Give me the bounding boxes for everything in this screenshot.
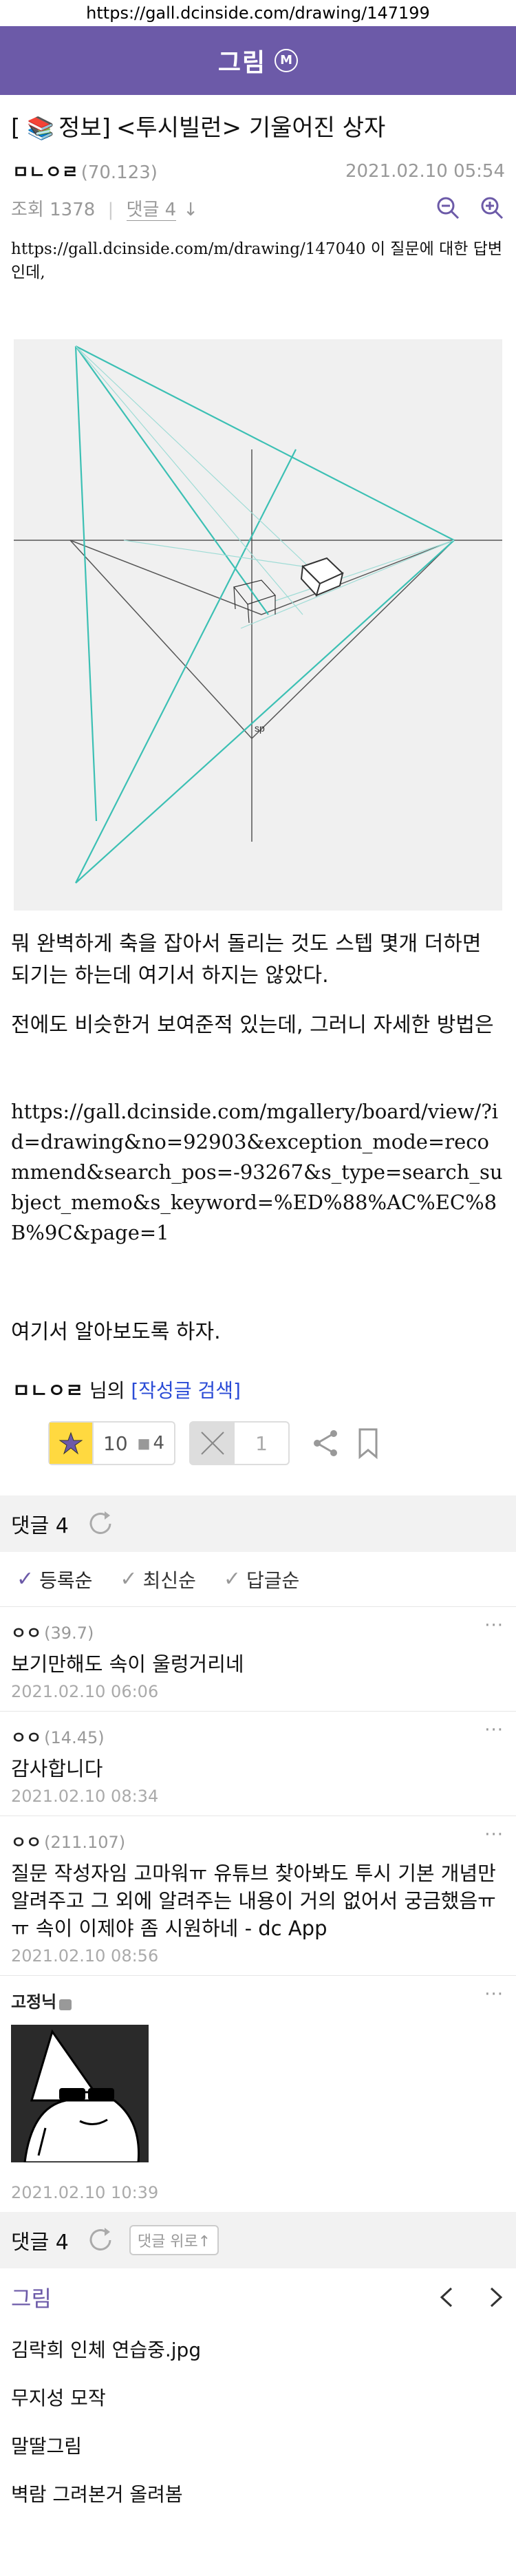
check-icon: ✓ bbox=[223, 1567, 241, 1591]
comment-nick[interactable]: ㅇㅇ bbox=[11, 1833, 41, 1852]
check-icon: ✓ bbox=[120, 1567, 138, 1591]
zoom-in-icon[interactable] bbox=[479, 195, 505, 221]
more-icon[interactable]: ··· bbox=[484, 1615, 504, 1636]
non-recommend-count: 1 bbox=[255, 1431, 268, 1455]
comment-nick[interactable]: 고정닉 bbox=[11, 1992, 56, 2012]
zoom-out-icon[interactable] bbox=[435, 195, 461, 221]
comment-text: 감사합니다 bbox=[11, 1757, 103, 1780]
arrow-down-icon: ↓ bbox=[183, 199, 199, 220]
comment-count: 댓글 4 bbox=[11, 2231, 69, 2255]
comment-text: 보기만해도 속이 울렁거리네 bbox=[11, 1652, 244, 1676]
sort-latest[interactable]: ✓ 최신순 bbox=[120, 1566, 195, 1593]
paragraph-3: 여기서 알아보도록 하자. bbox=[11, 1320, 221, 1344]
refresh-icon[interactable] bbox=[87, 2226, 114, 2254]
wizard-sticker-icon bbox=[11, 2025, 149, 2164]
comment-date: 2021.02.10 06:06 bbox=[11, 1682, 159, 1701]
comment-nick[interactable]: ㅇㅇ bbox=[11, 1728, 41, 1747]
related-post[interactable]: 김락희 인체 연습중.jpg bbox=[0, 2326, 516, 2374]
perspective-drawing[interactable]: sp bbox=[14, 339, 502, 911]
comment-count: 댓글 4 bbox=[11, 1514, 69, 1538]
comment-date: 2021.02.10 08:34 bbox=[11, 1787, 159, 1806]
reference-link[interactable]: https://gall.dcinside.com/mgallery/board… bbox=[11, 1096, 505, 1248]
more-icon[interactable]: ··· bbox=[484, 1984, 504, 2005]
related-post[interactable]: 말딸그림 bbox=[0, 2423, 516, 2471]
comment-ip: (39.7) bbox=[44, 1624, 94, 1643]
comment-date: 2021.02.10 10:39 bbox=[11, 2183, 159, 2202]
gallery-header: 그림 M bbox=[0, 26, 516, 95]
post-title: [ 📚 정보] <투시빌런> 기울어진 상자 bbox=[0, 95, 516, 143]
comment-sort: ✓ 등록순 ✓ 최신순 ✓ 답글순 bbox=[0, 1552, 516, 1607]
paragraph-2: 전에도 비슷한거 보여준적 있는데, 그러니 자세한 방법은 bbox=[11, 1013, 494, 1037]
fixed-user-icon: ■ bbox=[137, 1435, 151, 1451]
minor-gallery-badge: M bbox=[275, 49, 299, 72]
comment-header: 댓글 4 bbox=[0, 1495, 516, 1552]
browser-url[interactable]: https://gall.dcinside.com/drawing/147199 bbox=[0, 0, 516, 26]
share-icon[interactable] bbox=[310, 1428, 341, 1458]
post-body: https://gall.dcinside.com/m/drawing/1470… bbox=[0, 237, 516, 1348]
comment-text: 질문 작성자임 고마워ㅠ 유튜브 찾아봐도 투시 기본 개념만 알려주고 그 외… bbox=[11, 1862, 496, 1940]
fixed-recommend-count: 4 bbox=[153, 1433, 165, 1454]
bookmark-icon[interactable] bbox=[354, 1427, 382, 1460]
recommend-button[interactable]: 10 ■ 4 bbox=[48, 1421, 176, 1465]
sort-registered[interactable]: ✓ 등록순 bbox=[17, 1566, 92, 1593]
post-meta: ㅁㄴㅇㄹ (70.123) 2021.02.10 05:54 bbox=[0, 143, 516, 184]
category-label: 정보] bbox=[58, 114, 111, 142]
byline-mid: 님의 bbox=[83, 1379, 131, 1402]
byline-author[interactable]: ㅁㄴㅇㄹ bbox=[12, 1379, 83, 1402]
scroll-to-comments-button[interactable]: 댓글 위로↑ bbox=[129, 2225, 219, 2255]
sort-reply[interactable]: ✓ 답글순 bbox=[224, 1566, 299, 1593]
related-post[interactable]: 벽람 그려본거 올려봄 bbox=[0, 2471, 516, 2519]
refresh-icon[interactable] bbox=[87, 1510, 114, 1537]
comment-nick[interactable]: ㅇㅇ bbox=[11, 1624, 41, 1643]
comment-ip: (14.45) bbox=[44, 1728, 105, 1747]
gallery-title[interactable]: 그림 bbox=[218, 43, 266, 78]
comment-ip: (211.107) bbox=[44, 1833, 126, 1852]
star-icon bbox=[50, 1423, 94, 1464]
board-nav: 그림 bbox=[0, 2268, 516, 2326]
x-icon bbox=[191, 1423, 235, 1464]
perspective-sketch: sp bbox=[14, 345, 502, 884]
post-date: 2021.02.10 05:54 bbox=[345, 160, 505, 182]
comment-jump[interactable]: 댓글 4 bbox=[126, 199, 177, 221]
post-author[interactable]: ㅁㄴㅇㄹ bbox=[12, 162, 78, 183]
fixed-nick-icon bbox=[59, 1999, 72, 2010]
related-posts: 김락희 인체 연습중.jpg 무지성 모작 말딸그림 벽람 그려본거 올려봄 bbox=[0, 2326, 516, 2519]
post-stats: 조회 1378 | 댓글 4 ↓ bbox=[0, 184, 516, 225]
comment-item: ㅇㅇ (39.7) ··· 보기만해도 속이 울렁거리네 2021.02.10 0… bbox=[0, 1607, 516, 1712]
paragraph-1: 뭐 완벽하게 축을 잡아서 돌리는 것도 스텝 몇개 더하면 되기는 하는데 여… bbox=[11, 932, 482, 988]
author-ip: (70.123) bbox=[80, 162, 158, 183]
comment-footer: 댓글 4 댓글 위로↑ bbox=[0, 2212, 516, 2268]
author-byline: ㅁㄴㅇㄹ 님의 [작성글 검색] bbox=[0, 1376, 516, 1403]
non-recommend-button[interactable]: 1 bbox=[189, 1421, 290, 1465]
more-icon[interactable]: ··· bbox=[484, 1720, 504, 1741]
search-posts-link[interactable]: [작성글 검색] bbox=[131, 1379, 241, 1402]
related-post[interactable]: 무지성 모작 bbox=[0, 2374, 516, 2423]
sp-label: sp bbox=[255, 723, 265, 734]
chevron-left-icon[interactable] bbox=[438, 2286, 454, 2309]
comment-item: 고정닉 ··· 2021.02.10 10:39 bbox=[0, 1976, 516, 2212]
comment-date: 2021.02.10 08:56 bbox=[11, 1946, 159, 1966]
intro-text: https://gall.dcinside.com/m/drawing/1470… bbox=[11, 240, 503, 281]
board-name[interactable]: 그림 bbox=[11, 2281, 52, 2313]
comment-item: ㅇㅇ (14.45) ··· 감사합니다 2021.02.10 08:34 bbox=[0, 1712, 516, 1816]
more-icon[interactable]: ··· bbox=[484, 1824, 504, 1845]
category-open: [ bbox=[11, 114, 21, 142]
view-count: 조회 1378 bbox=[11, 199, 96, 220]
reaction-row: 10 ■ 4 1 bbox=[0, 1421, 516, 1465]
check-icon: ✓ bbox=[17, 1567, 34, 1591]
books-icon: 📚 bbox=[27, 115, 55, 141]
comment-item: ㅇㅇ (211.107) ··· 질문 작성자임 고마워ㅠ 유튜브 찾아봐도 투시… bbox=[0, 1816, 516, 1976]
recommend-count: 10 bbox=[103, 1431, 128, 1455]
dccon-sticker bbox=[11, 2025, 149, 2164]
chevron-right-icon[interactable] bbox=[488, 2286, 505, 2309]
title-text: <투시빌런> 기울어진 상자 bbox=[116, 114, 386, 142]
